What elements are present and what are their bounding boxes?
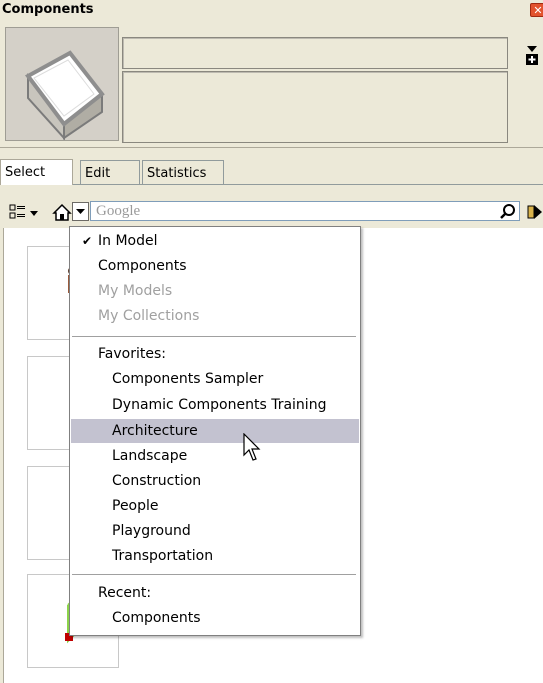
home-button[interactable] — [52, 202, 72, 224]
menu-item-my-models: My Models — [98, 283, 173, 299]
menu-separator — [72, 336, 356, 337]
tab-edit[interactable]: Edit — [80, 160, 140, 184]
details-button[interactable] — [524, 44, 540, 66]
home-icon — [52, 203, 72, 221]
chevron-down-icon — [76, 209, 85, 214]
close-button[interactable]: ✕ — [530, 3, 543, 17]
menu-item-dynamic-components-training[interactable]: Dynamic Components Training — [71, 393, 359, 417]
menu-header-favorites: Favorites: — [98, 346, 166, 362]
window-title: Components — [2, 2, 94, 17]
menu-separator — [72, 574, 356, 575]
tab-underline — [0, 184, 543, 185]
mouse-cursor-icon — [243, 432, 265, 463]
check-icon: ✔ — [82, 234, 93, 248]
collection-dropdown-menu: ✔ In Model Components My Models My Colle… — [69, 226, 361, 636]
tab-bar: Select Edit Statistics — [0, 159, 543, 185]
menu-item-people[interactable]: People — [71, 494, 359, 518]
menu-item-landscape[interactable]: Landscape — [71, 444, 359, 468]
menu-item-recent-components[interactable]: Components — [71, 606, 359, 630]
menu-item-architecture[interactable]: Architecture — [71, 419, 359, 443]
search-placeholder: Google — [96, 203, 141, 219]
add-to-model-button[interactable] — [526, 202, 543, 222]
tab-select[interactable]: Select — [0, 159, 73, 185]
navigation-dropdown-button[interactable] — [72, 202, 89, 221]
menu-item-in-model[interactable]: ✔ In Model — [71, 229, 359, 253]
menu-item-transportation[interactable]: Transportation — [71, 544, 359, 568]
menu-item-components-sampler[interactable]: Components Sampler — [71, 367, 359, 391]
menu-item-playground[interactable]: Playground — [71, 519, 359, 543]
component-preview — [5, 27, 119, 141]
menu-item-components[interactable]: Components — [71, 254, 359, 278]
arrow-icon — [527, 205, 542, 219]
menu-item-construction[interactable]: Construction — [71, 469, 359, 493]
tab-statistics[interactable]: Statistics — [142, 160, 224, 184]
component-cube-icon — [25, 50, 105, 141]
component-description-field[interactable] — [122, 71, 508, 143]
menu-item-my-collections: My Collections — [98, 308, 200, 324]
search-button[interactable] — [498, 202, 518, 222]
list-view-icon — [9, 204, 38, 219]
search-icon — [500, 204, 515, 219]
component-name-field[interactable] — [122, 37, 508, 69]
view-options-button[interactable] — [8, 202, 44, 224]
divider — [0, 147, 543, 148]
menu-header-recent: Recent: — [98, 585, 152, 601]
search-input[interactable] — [90, 201, 520, 221]
details-arrow-plus-icon — [526, 46, 538, 65]
